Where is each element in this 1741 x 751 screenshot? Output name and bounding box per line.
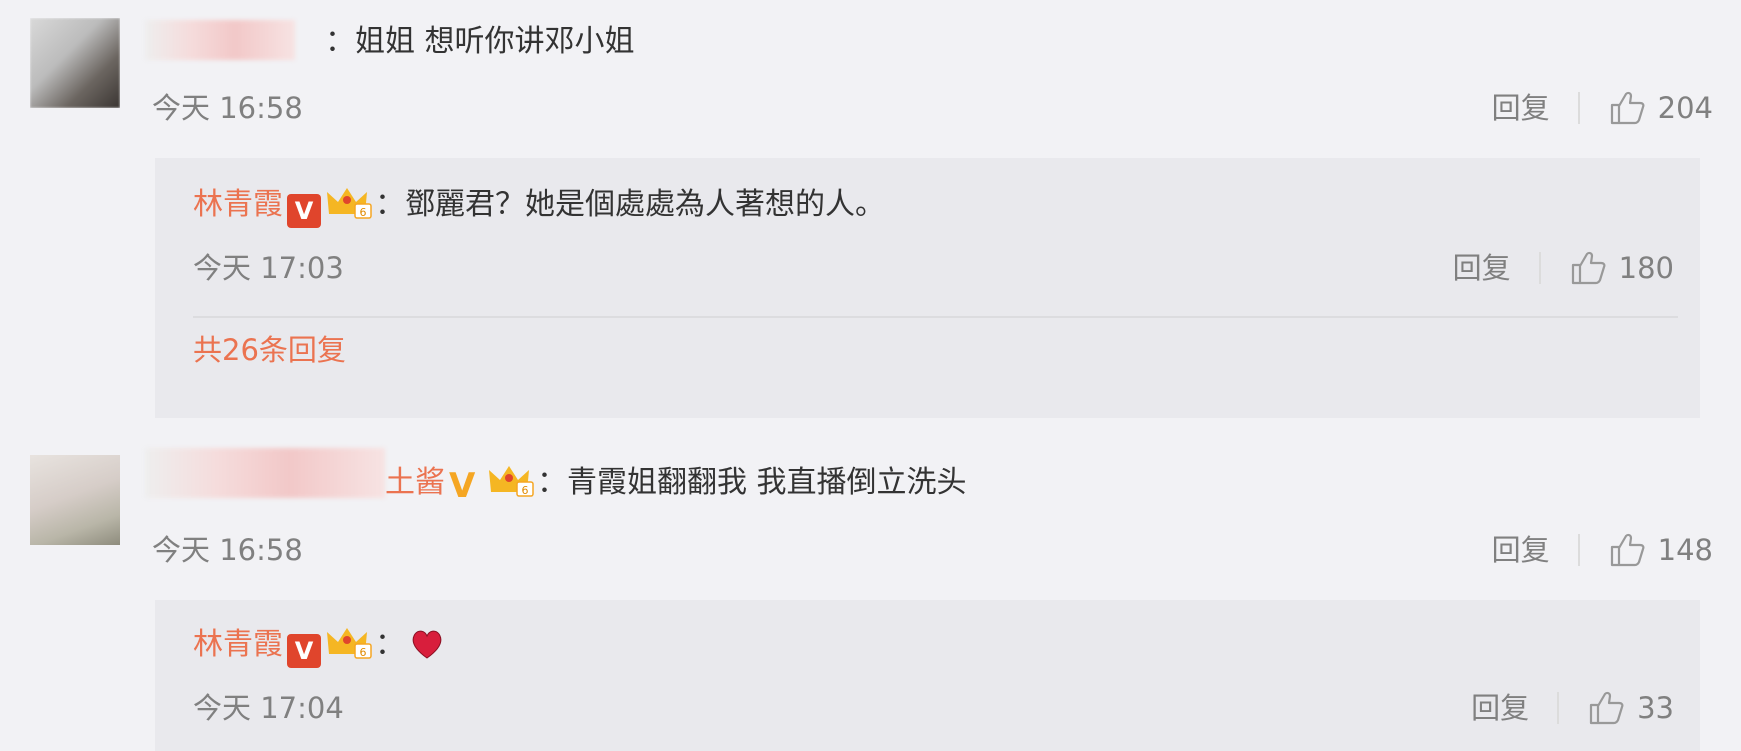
reply-text: ：鄧麗君？她是個處處為人著想的人。 <box>375 187 885 222</box>
like-count: 33 <box>1637 691 1674 725</box>
comment-1: ：姐姐 想听你讲邓小姐 今天 16:58 回复 204 林青霞 V 6 ：鄧麗君？她是… <box>0 0 1741 418</box>
like-button[interactable]: 33 <box>1587 688 1674 728</box>
svg-text:6: 6 <box>522 484 529 497</box>
comment-time: 今天 16:58 <box>152 533 303 567</box>
divider <box>1557 692 1560 724</box>
svg-text:6: 6 <box>360 646 367 659</box>
reply-button[interactable]: 回复 <box>1453 248 1511 288</box>
crown-member-icon: 6 <box>327 628 372 659</box>
like-count: 180 <box>1618 251 1674 285</box>
username-suffix[interactable]: 土酱 <box>385 465 445 500</box>
like-count: 148 <box>1657 533 1713 567</box>
more-replies-link[interactable]: 共26条回复 <box>193 330 346 370</box>
blurred-username[interactable] <box>145 20 295 60</box>
reply-line: 林青霞 V 6 ： <box>193 624 445 668</box>
reply-time: 今天 17:03 <box>193 251 344 285</box>
crown-member-icon: 6 <box>327 188 372 219</box>
comment-actions: 回复 148 <box>1492 530 1713 570</box>
comment-time: 今天 16:58 <box>152 91 303 125</box>
thumbs-up-icon <box>1589 691 1624 725</box>
thumbs-up-icon <box>1610 533 1645 567</box>
reply-actions: 回复 33 <box>1471 688 1674 728</box>
reply-button[interactable]: 回复 <box>1492 530 1550 570</box>
like-button[interactable]: 180 <box>1569 248 1674 288</box>
avatar[interactable] <box>30 455 120 545</box>
verified-v-icon: V <box>287 194 321 228</box>
comment-text: ：青霞姐翻翻我 我直播倒立洗头 <box>537 465 967 500</box>
crown-member-icon: 6 <box>489 466 534 497</box>
like-button[interactable]: 148 <box>1608 530 1713 570</box>
like-button[interactable]: 204 <box>1608 88 1713 128</box>
comment-text: ：姐姐 想听你讲邓小姐 <box>325 24 635 59</box>
thumbs-up-icon <box>1610 91 1645 125</box>
reply-container: 林青霞 V 6 ：鄧麗君？她是個處處為人著想的人。 今天 17:03 回复 180 共… <box>155 158 1700 418</box>
comment-line: 土酱 V 6 ：青霞姐翻翻我 我直播倒立洗头 <box>385 462 967 503</box>
comment-actions: 回复 204 <box>1492 88 1713 128</box>
thumbs-up-icon <box>1571 251 1606 285</box>
reply-username[interactable]: 林青霞 <box>193 187 283 222</box>
divider <box>1577 92 1580 124</box>
reply-divider <box>193 316 1678 318</box>
reply-text: ： <box>375 627 405 662</box>
divider <box>1577 534 1580 566</box>
verified-v-icon: V <box>449 466 476 506</box>
verified-v-icon: V <box>287 634 321 668</box>
avatar[interactable] <box>30 18 120 108</box>
like-count: 204 <box>1657 91 1713 125</box>
svg-text:6: 6 <box>360 206 367 219</box>
reply-line: 林青霞 V 6 ：鄧麗君？她是個處處為人著想的人。 <box>193 184 885 228</box>
reply-username[interactable]: 林青霞 <box>193 627 283 662</box>
reply-container: 林青霞 V 6 ： 今天 17:04 回复 33 <box>155 600 1700 751</box>
reply-time: 今天 17:04 <box>193 691 344 725</box>
blurred-username[interactable] <box>145 448 385 498</box>
divider <box>1538 252 1541 284</box>
reply-actions: 回复 180 <box>1453 248 1674 288</box>
heart-icon <box>412 630 442 659</box>
reply-button[interactable]: 回复 <box>1471 688 1529 728</box>
reply-button[interactable]: 回复 <box>1492 88 1550 128</box>
